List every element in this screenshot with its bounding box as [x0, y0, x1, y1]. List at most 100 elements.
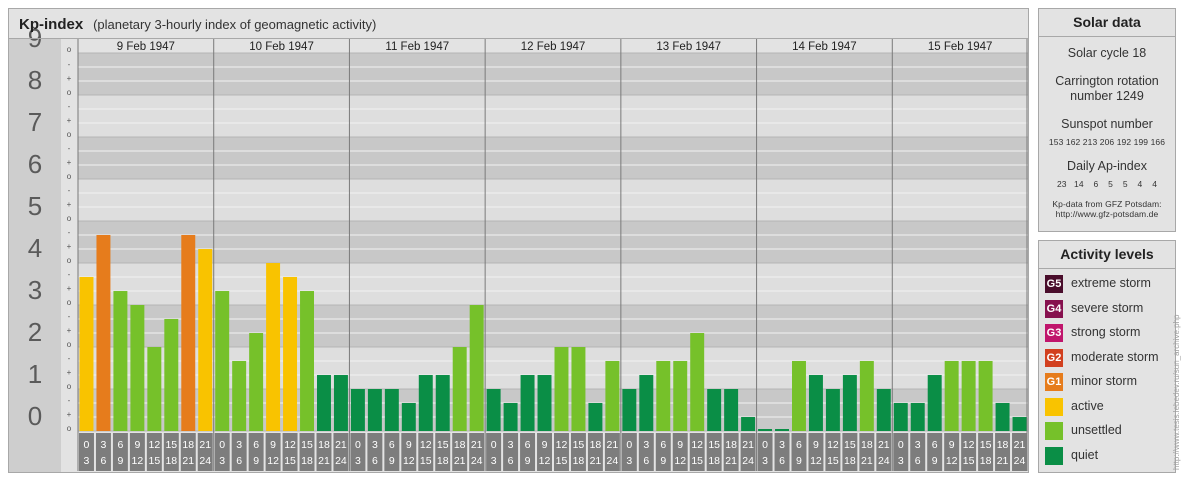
hour-start-label: 12	[148, 439, 160, 451]
hour-end-label: 24	[199, 455, 211, 467]
hour-end-label: 15	[556, 455, 568, 467]
hour-start-label: 6	[389, 439, 395, 451]
kp-bar	[96, 234, 111, 431]
hour-end-label: 21	[454, 455, 466, 467]
kp-bar	[775, 429, 789, 431]
hour-start-label: 9	[134, 439, 140, 451]
hour-start-label: 6	[660, 439, 666, 451]
hour-start-label: 9	[949, 439, 955, 451]
kp-bar	[859, 360, 874, 431]
level-swatch	[1045, 397, 1063, 416]
level-label: strong storm	[1071, 325, 1141, 339]
kp-bar	[79, 276, 94, 431]
hour-start-label: 9	[542, 439, 548, 451]
data-source-link[interactable]: http://www.gfz-potsdam.de	[1039, 209, 1175, 219]
hour-start-label: 15	[437, 439, 449, 451]
y-tick-label: 2	[28, 317, 42, 347]
hour-end-label: 3	[84, 455, 90, 467]
day-label: 10 Feb 1947	[249, 41, 314, 53]
y-minor-tick-label: -	[68, 144, 71, 153]
hour-end-label: 21	[997, 455, 1009, 467]
hour-start-label: 3	[643, 439, 649, 451]
hour-start-label: 12	[420, 439, 432, 451]
hour-end-label: 9	[389, 455, 395, 467]
hour-end-label: 3	[491, 455, 497, 467]
y-minor-tick-label: o	[67, 45, 72, 54]
hour-start-label: 6	[525, 439, 531, 451]
day-label: 14 Feb 1947	[792, 41, 857, 53]
hour-start-label: 21	[471, 439, 483, 451]
watermark: http://www.tesis.lebedev.ru/sun_archive.…	[1172, 314, 1181, 471]
hour-end-label: 21	[725, 455, 737, 467]
hour-end-label: 12	[946, 455, 958, 467]
hour-end-label: 18	[980, 455, 992, 467]
kp-bar	[486, 389, 501, 431]
y-minor-tick-label: +	[67, 368, 72, 377]
kp-bar	[283, 276, 298, 431]
kp-bar	[198, 249, 213, 431]
hour-end-label: 18	[573, 455, 585, 467]
y-minor-tick-label: +	[67, 284, 72, 293]
kp-bar	[707, 389, 722, 431]
hour-start-label: 12	[963, 439, 975, 451]
hour-start-label: 18	[318, 439, 330, 451]
data-source-label: Kp-data from GFZ Potsdam:	[1052, 199, 1162, 209]
level-swatch: G5	[1045, 275, 1063, 293]
hour-start-label: 9	[270, 439, 276, 451]
hour-start-label: 18	[861, 439, 873, 451]
kp-bar	[317, 375, 331, 431]
hour-start-label: 3	[779, 439, 785, 451]
kp-bar	[588, 402, 603, 431]
kp-bar	[520, 375, 535, 431]
y-tick-label: 1	[28, 359, 42, 389]
kp-bar	[113, 291, 128, 431]
kp-bar	[249, 333, 264, 431]
hour-end-label: 3	[626, 455, 632, 467]
hour-start-label: 15	[165, 439, 177, 451]
level-swatch: G1	[1045, 373, 1063, 391]
hour-end-label: 18	[708, 455, 720, 467]
hour-end-label: 24	[607, 455, 619, 467]
hour-end-label: 12	[810, 455, 822, 467]
y-tick-label: 0	[28, 401, 42, 431]
kp-bar	[181, 234, 196, 431]
level-swatch: G3	[1045, 324, 1063, 342]
y-tick-label: 5	[28, 191, 42, 221]
chart-header: Kp-index (planetary 3-hourly index of ge…	[19, 16, 376, 33]
hour-start-label: 6	[117, 439, 123, 451]
hour-end-label: 15	[963, 455, 975, 467]
kp-bar	[130, 305, 145, 431]
level-swatch: G2	[1045, 348, 1063, 367]
y-minor-tick-label: -	[68, 60, 71, 69]
y-minor-tick-label: o	[67, 256, 72, 265]
hour-end-label: 9	[932, 455, 938, 467]
hour-end-label: 6	[915, 455, 921, 467]
kp-bar	[825, 389, 840, 431]
y-minor-tick-label: o	[67, 214, 72, 223]
hour-start-label: 0	[762, 439, 768, 451]
day-label: 9 Feb 1947	[117, 41, 175, 53]
y-tick-label: 4	[28, 233, 42, 263]
hour-end-label: 18	[844, 455, 856, 467]
y-minor-tick-label: o	[67, 340, 72, 349]
kp-bar	[808, 375, 823, 431]
hour-end-label: 6	[779, 455, 785, 467]
hour-end-label: 24	[878, 455, 890, 467]
level-label: moderate storm	[1071, 349, 1159, 364]
level-swatch	[1045, 446, 1063, 465]
kp-bar	[758, 429, 773, 431]
hour-start-label: 15	[573, 439, 585, 451]
hour-start-label: 21	[1014, 439, 1026, 451]
hour-end-label: 18	[437, 455, 449, 467]
kp-bar	[944, 360, 959, 431]
hour-start-label: 18	[454, 439, 466, 451]
grid-band	[78, 179, 1028, 221]
hour-start-label: 0	[491, 439, 497, 451]
hour-end-label: 9	[660, 455, 666, 467]
kp-bar	[622, 389, 637, 431]
kp-bar	[147, 347, 162, 431]
kp-bar	[554, 347, 569, 431]
kp-bar	[333, 375, 348, 431]
hour-start-label: 21	[607, 439, 619, 451]
hour-end-label: 9	[117, 455, 123, 467]
